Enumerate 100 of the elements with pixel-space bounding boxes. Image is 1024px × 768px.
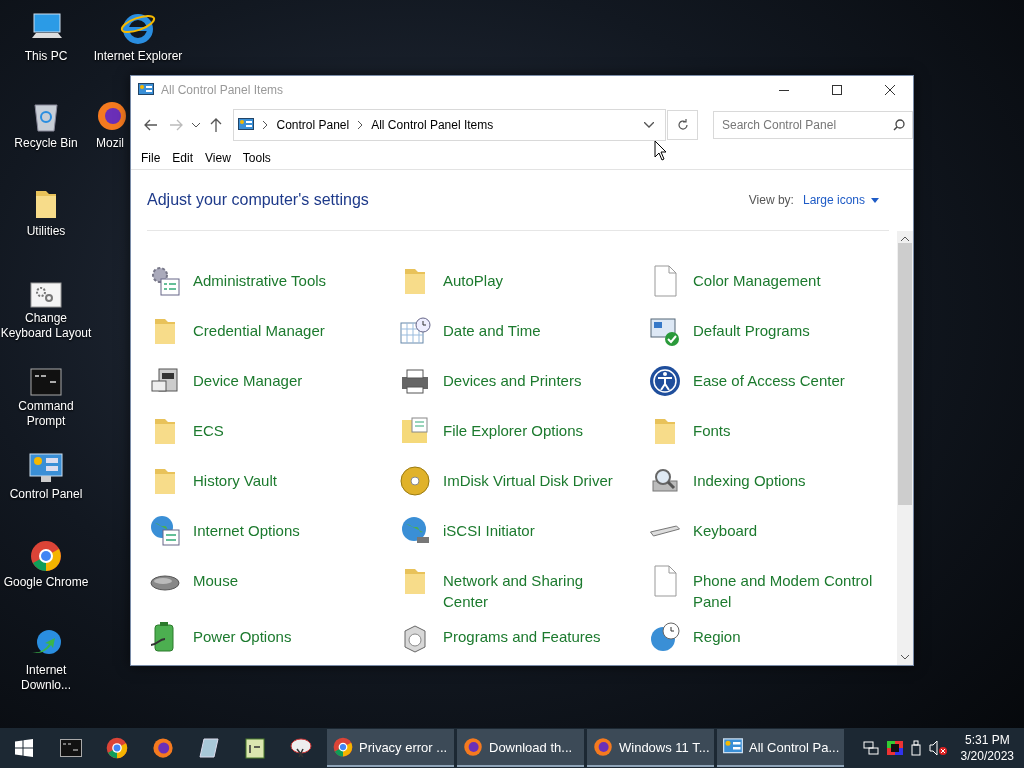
taskbar-window-button[interactable]: Privacy error ...	[327, 729, 454, 767]
page-heading: Adjust your computer's settings	[147, 191, 370, 209]
glass-pane-icon	[198, 737, 220, 759]
control-panel-item-link[interactable]: Indexing Options	[693, 456, 806, 491]
browser-e-icon	[120, 12, 156, 46]
view-by-label: View by:	[748, 193, 794, 207]
desktop-icon-label[interactable]: Internet Downlo...	[0, 663, 92, 693]
browser-fox-icon	[593, 737, 613, 757]
chrome-icon	[30, 540, 62, 572]
control-panel-item-link[interactable]: Fonts	[693, 406, 731, 441]
control-panel-item-link[interactable]: Ease of Access Center	[693, 356, 845, 391]
menu-item[interactable]: Edit	[166, 151, 200, 165]
control-panel-item-link[interactable]: Power Options	[193, 612, 292, 647]
control-panel-item-link[interactable]: ImDisk Virtual Disk Driver	[443, 456, 613, 491]
windows-logo-icon	[15, 739, 33, 757]
notepad-icon	[245, 737, 265, 759]
terminal-icon	[30, 368, 62, 396]
desktop-icon-label[interactable]: Google Chrome	[3, 575, 89, 590]
scrollbar[interactable]	[897, 231, 913, 665]
refresh-button[interactable]	[667, 110, 698, 140]
breadcrumb-item[interactable]: Control Panel	[276, 118, 350, 132]
clock-date[interactable]: 3/20/2023	[960, 748, 1014, 764]
view-by-dropdown[interactable]: Large icons	[802, 193, 879, 207]
chrome-icon	[333, 737, 353, 757]
taskbar-window-button[interactable]: All Control Pa...	[717, 729, 844, 767]
refresh-icon	[676, 119, 689, 131]
desktop-icon-label[interactable]: Change Keyboard Layout	[0, 311, 92, 341]
chevron-down-icon	[191, 122, 200, 128]
control-panel-item-link[interactable]: Mouse	[193, 556, 239, 591]
menu-item[interactable]: View	[199, 151, 237, 165]
chevron-right-icon	[262, 121, 269, 129]
keyboard-icon	[649, 525, 681, 537]
search-icon	[893, 119, 905, 131]
taskbar-window-button[interactable]: Windows 11 T...	[587, 729, 714, 767]
control-panel-item-link[interactable]: Phone and Modem Control Panel	[693, 556, 875, 612]
usb-drive-icon[interactable]	[910, 740, 921, 756]
control-panel-item-link[interactable]: AutoPlay	[443, 256, 504, 291]
dropdown-caret-icon	[871, 197, 879, 203]
mouse-pointer-icon	[654, 140, 667, 161]
control-panel-item-link[interactable]: Keyboard	[693, 506, 758, 541]
control-panel-item-link[interactable]: Internet Options	[193, 506, 300, 541]
breadcrumb-item[interactable]: All Control Panel Items	[371, 118, 494, 132]
control-panel-item-link[interactable]: Devices and Printers	[443, 356, 582, 391]
control-panel-icon	[29, 452, 63, 484]
address-bar[interactable]: Control Panel All Control Panel Items	[233, 109, 667, 141]
globe-clock-icon	[649, 621, 681, 653]
menu-item[interactable]: Tools	[236, 151, 277, 165]
taskbar-window-button[interactable]: Download th...	[457, 729, 584, 767]
control-panel-item-link[interactable]: Default Programs	[693, 306, 810, 341]
browser-fox-icon	[152, 737, 174, 759]
window-title: All Control Panel Items	[161, 83, 285, 97]
terminal-icon	[60, 739, 82, 757]
close-icon	[885, 85, 895, 95]
monitor-check-icon	[649, 315, 681, 347]
scroll-down-icon[interactable]	[901, 655, 909, 660]
desktop-icon-label[interactable]: Command Prompt	[0, 399, 92, 429]
control-panel-item-link[interactable]: Device Manager	[193, 356, 303, 391]
control-panel-item-link[interactable]: Date and Time	[443, 306, 541, 341]
chrome-icon	[106, 737, 128, 759]
settings-window-icon	[30, 282, 62, 308]
control-panel-item-link[interactable]: Region	[693, 612, 741, 647]
scroll-up-icon[interactable]	[901, 236, 909, 241]
document-icon	[652, 265, 678, 297]
control-panel-item-link[interactable]: History Vault	[193, 456, 277, 491]
control-panel-icon	[238, 118, 255, 132]
browser-fox-icon	[96, 99, 128, 133]
forward-arrow-icon	[168, 119, 183, 131]
calendar-clock-icon	[399, 315, 431, 347]
control-panel-item-link[interactable]: Administrative Tools	[193, 256, 327, 291]
chevron-right-icon	[357, 121, 364, 129]
browser-fox-icon	[463, 737, 483, 757]
color-square-icon[interactable]	[886, 741, 903, 755]
control-panel-item-link[interactable]: Programs and Features	[443, 612, 601, 647]
maximize-icon	[832, 85, 842, 95]
minimize-icon	[779, 89, 789, 91]
desktop-icon-label[interactable]: Internet Explorer	[93, 49, 183, 64]
control-panel-item-link[interactable]: Color Management	[693, 256, 821, 291]
chevron-down-icon	[644, 122, 655, 128]
control-panel-icon	[138, 83, 154, 97]
accessibility-icon	[649, 365, 681, 397]
search-field[interactable]: Search Control Panel	[713, 111, 913, 139]
desktop-icon-label[interactable]: Recycle Bin	[14, 136, 78, 151]
control-panel-item-link[interactable]: Network and Sharing Center	[443, 556, 625, 612]
control-panel-item-link[interactable]: Credential Manager	[193, 306, 325, 341]
desktop-icon-label[interactable]: Utilities	[26, 224, 66, 239]
menu-item[interactable]: File	[135, 151, 167, 165]
control-panel-item-link[interactable]: ECS	[193, 406, 224, 441]
desktop-icon-label[interactable]: This PC	[24, 49, 68, 64]
back-arrow-icon	[143, 119, 158, 131]
control-panel-item-link[interactable]: File Explorer Options	[443, 406, 584, 441]
network-icon[interactable]	[862, 741, 879, 755]
desktop-icon-label[interactable]: Control Panel	[9, 487, 83, 502]
control-panel-icon	[723, 738, 743, 756]
globe-checklist-icon	[149, 515, 181, 547]
disc-icon	[399, 465, 431, 497]
document-icon	[652, 565, 678, 597]
desktop-icon-label[interactable]: Mozil	[96, 136, 124, 151]
control-panel-item-link[interactable]: iSCSI Initiator	[443, 506, 535, 541]
clock-time[interactable]: 5:31 PM	[964, 732, 1010, 748]
speaker-muted-icon[interactable]	[928, 740, 947, 756]
